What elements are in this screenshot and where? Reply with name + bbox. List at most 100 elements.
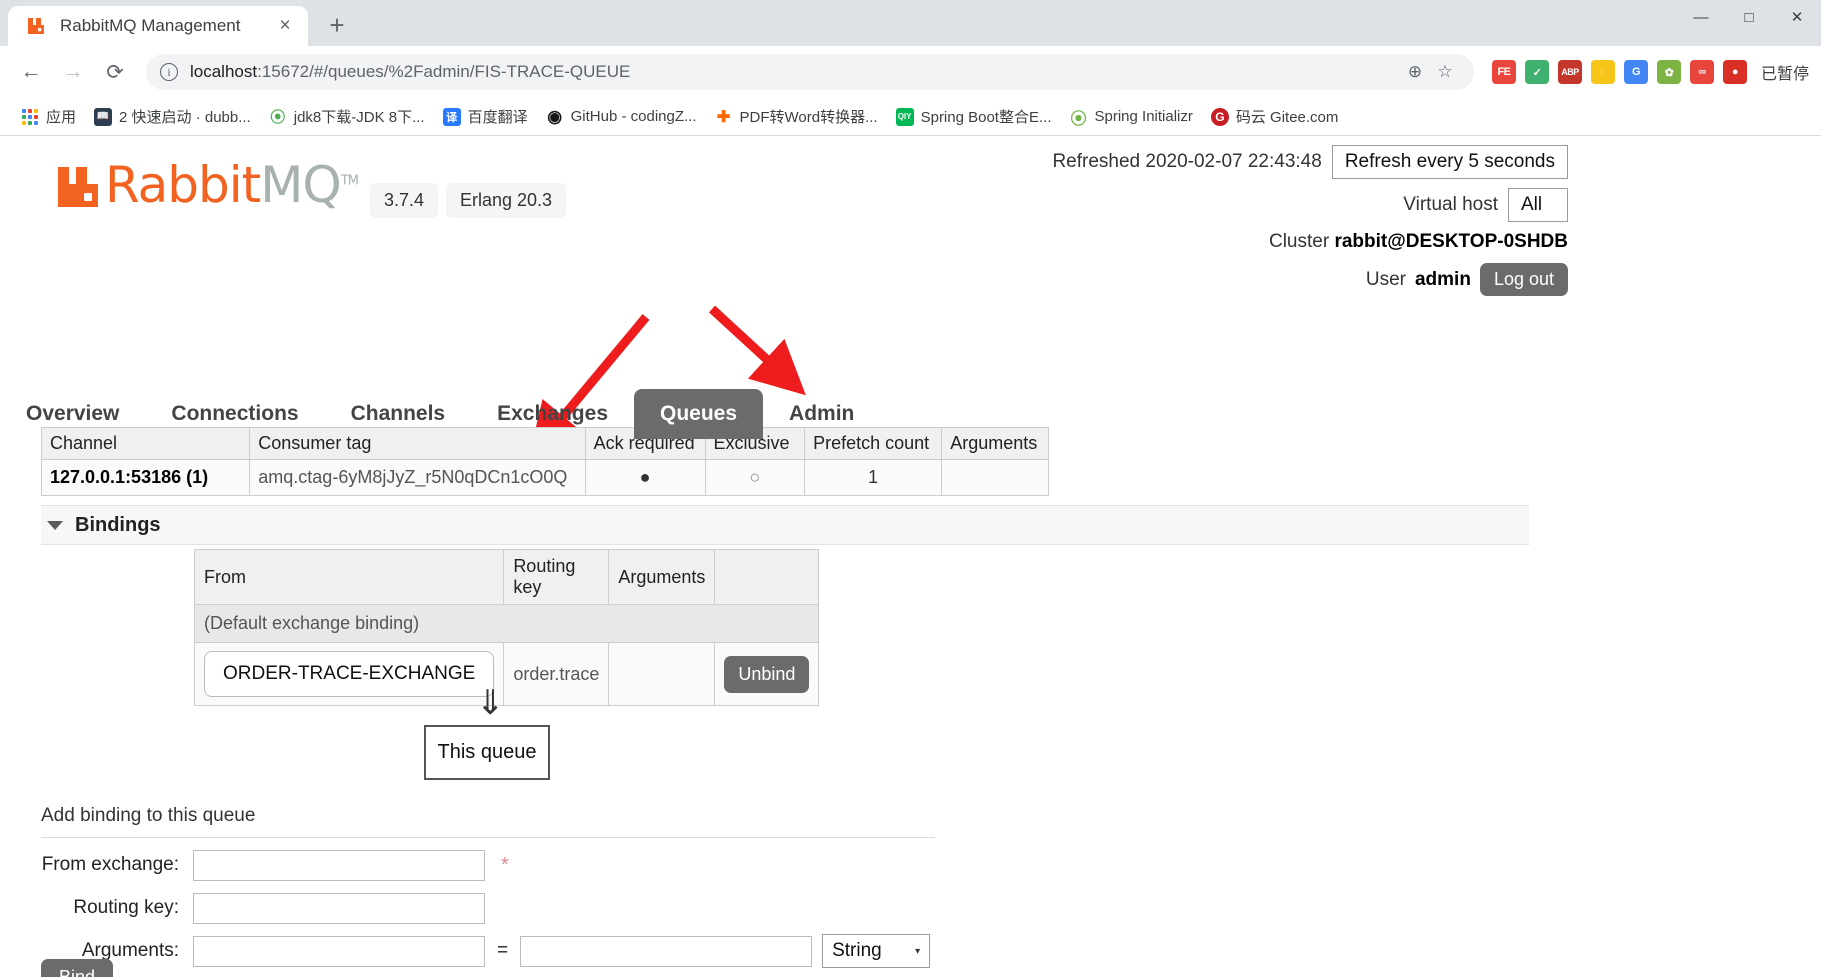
leaf-icon: ⦿ [270, 109, 286, 126]
checkmark-extension-icon[interactable]: ✓ [1524, 60, 1549, 84]
header-right: Refreshed 2020-02-07 22:43:48 Refresh ev… [668, 145, 1568, 296]
app-header: RabbitMQTM 3.7.4 Erlang 20.3 Refreshed 2… [0, 137, 1568, 296]
version-badge: 3.7.4 [370, 183, 439, 218]
argument-type-value: String [832, 940, 882, 961]
user-label: User [1365, 268, 1406, 290]
cell-arguments [941, 459, 1049, 496]
extension-icons: FE ✓ ABP ⚡ G ✿ ∞ ● [1491, 60, 1747, 84]
rabbitmq-logo-icon [55, 164, 101, 210]
spring-boot-bookmark[interactable]: QIY Spring Boot整合E... [887, 102, 1061, 131]
cell-from: ORDER-TRACE-EXCHANGE [193, 642, 505, 706]
info-icon[interactable]: i [160, 63, 178, 81]
close-icon[interactable]: × [272, 13, 298, 39]
chevron-down-icon[interactable] [47, 520, 63, 530]
bookmark-star-icon[interactable]: ☆ [1430, 57, 1460, 87]
main-navigation: Overview Connections Channels Exchanges … [0, 389, 880, 439]
pause-status-label[interactable]: 已暂停 [1761, 60, 1809, 84]
fe-extension-icon[interactable]: FE [1491, 60, 1516, 84]
browser-tab-rabbitmq[interactable]: RabbitMQ Management × [8, 6, 308, 46]
logo-text-rabbit: Rabbit [105, 156, 261, 214]
bookmark-label: Spring Initializr [1094, 108, 1193, 125]
gitee-bookmark[interactable]: G 码云 Gitee.com [1202, 102, 1348, 131]
gitee-icon: G [1210, 107, 1229, 126]
bind-button[interactable]: Bind [41, 959, 114, 977]
infinity-extension-icon[interactable]: ∞ [1689, 60, 1714, 84]
exchange-link[interactable]: ORDER-TRACE-EXCHANGE [204, 651, 495, 697]
argument-type-select[interactable]: String ▾ [822, 934, 931, 968]
forward-icon[interactable]: → [54, 53, 92, 91]
table-header-row: From Routing key Arguments [193, 549, 820, 605]
back-icon[interactable]: ← [12, 53, 50, 91]
google-translate-icon[interactable]: G [1623, 60, 1648, 84]
close-window-icon[interactable]: ✕ [1773, 0, 1821, 34]
cell-default-binding: (Default exchange binding) [193, 604, 820, 643]
refresh-interval-select[interactable]: Refresh every 5 seconds [1331, 145, 1568, 179]
colorful-extension-icon[interactable]: ✿ [1656, 60, 1681, 84]
github-bookmark[interactable]: ◉ GitHub - codingZ... [537, 104, 706, 130]
jdk8-bookmark[interactable]: ⦿ jdk8下载-JDK 8下... [260, 102, 434, 131]
logo-tm: TM [340, 173, 359, 189]
arguments-row: Arguments: = String ▾ [41, 934, 931, 968]
refresh-row: Refreshed 2020-02-07 22:43:48 Refresh ev… [668, 145, 1568, 179]
vhost-label: Virtual host [1403, 194, 1498, 215]
vhost-select[interactable]: All [1508, 188, 1568, 222]
apps-bookmark[interactable]: 应用 [12, 102, 85, 131]
col-arguments: Arguments [608, 549, 716, 605]
address-bar[interactable]: i localhost:15672/#/queues/%2Fadmin/FIS-… [146, 54, 1474, 90]
cell-ack-required: ● [584, 459, 706, 496]
red-circle-extension-icon[interactable]: ● [1722, 60, 1747, 84]
argument-key-input[interactable] [193, 935, 485, 967]
routing-key-input[interactable] [193, 892, 485, 924]
vhost-row: Virtual host All [668, 188, 1568, 222]
dubbo-bookmark[interactable]: 📖 2 快速启动 · dubb... [85, 102, 260, 131]
spring-initializr-bookmark[interactable]: ⦿ Spring Initializr [1061, 104, 1202, 130]
add-binding-heading: Add binding to this queue [41, 805, 935, 838]
tab-overview[interactable]: Overview [0, 389, 145, 439]
bindings-table: From Routing key Arguments (Default exch… [193, 549, 820, 706]
new-tab-button[interactable]: + [320, 8, 354, 42]
zoom-icon[interactable]: ⊕ [1400, 57, 1430, 87]
translate-icon: 译 [442, 107, 461, 126]
adblock-plus-icon[interactable]: ABP [1557, 60, 1582, 84]
cell-prefetch-count: 1 [804, 459, 943, 496]
table-row[interactable]: 127.0.0.1:53186 (1) amq.ctag-6yM8jJyZ_r5… [40, 459, 1049, 496]
cluster-value: rabbit@DESKTOP-0SHDB [1334, 231, 1568, 252]
qiyi-icon: QIY [895, 107, 914, 126]
user-row: User admin Log out [668, 263, 1568, 296]
user-value: admin [1414, 268, 1471, 290]
spring-icon: ⦿ [1070, 110, 1087, 128]
col-actions [714, 549, 820, 605]
logout-button[interactable]: Log out [1479, 263, 1568, 296]
maximize-icon[interactable]: □ [1725, 0, 1773, 34]
bindings-section-header[interactable]: Bindings [41, 505, 1529, 545]
from-exchange-input[interactable] [193, 849, 485, 881]
tab-connections[interactable]: Connections [145, 389, 324, 439]
reload-icon[interactable]: ⟳ [96, 53, 134, 91]
cell-routing-key: order.trace [503, 642, 610, 706]
tab-queues[interactable]: Queues [634, 389, 764, 439]
add-binding-form: From exchange: * Routing key: Arguments:… [41, 849, 931, 977]
bookmark-label: PDF转Word转换器... [739, 109, 878, 126]
tab-exchanges[interactable]: Exchanges [471, 389, 634, 439]
bookmarks-bar: 应用 📖 2 快速启动 · dubb... ⦿ jdk8下载-JDK 8下...… [0, 98, 1821, 136]
rabbitmq-logo[interactable]: RabbitMQTM [55, 160, 359, 210]
unbind-button[interactable]: Unbind [724, 655, 810, 693]
tab-channels[interactable]: Channels [325, 389, 472, 439]
routing-key-label: Routing key: [73, 897, 179, 918]
col-from: From [193, 549, 505, 605]
baidu-translate-bookmark[interactable]: 译 百度翻译 [434, 102, 537, 131]
down-arrow-icon: ⇓ [476, 683, 505, 723]
from-exchange-label: From exchange: [41, 854, 179, 875]
refreshed-label: Refreshed 2020-02-07 22:43:48 [1052, 151, 1322, 172]
book-icon: 📖 [94, 107, 113, 126]
cluster-row: Cluster rabbit@DESKTOP-0SHDB [668, 231, 1568, 253]
argument-value-input[interactable] [520, 935, 813, 967]
url-path: :15672/#/queues/%2Fadmin/FIS-TRACE-QUEUE [257, 62, 631, 81]
tab-admin[interactable]: Admin [763, 389, 880, 439]
pdf-to-word-bookmark[interactable]: ✚ PDF转Word转换器... [706, 102, 887, 131]
tab-title: RabbitMQ Management [60, 16, 241, 35]
cell-channel[interactable]: 127.0.0.1:53186 (1) [40, 459, 251, 496]
minimize-icon[interactable]: — [1677, 0, 1725, 34]
routing-key-row: Routing key: [41, 892, 930, 924]
lightning-extension-icon[interactable]: ⚡ [1590, 60, 1615, 84]
